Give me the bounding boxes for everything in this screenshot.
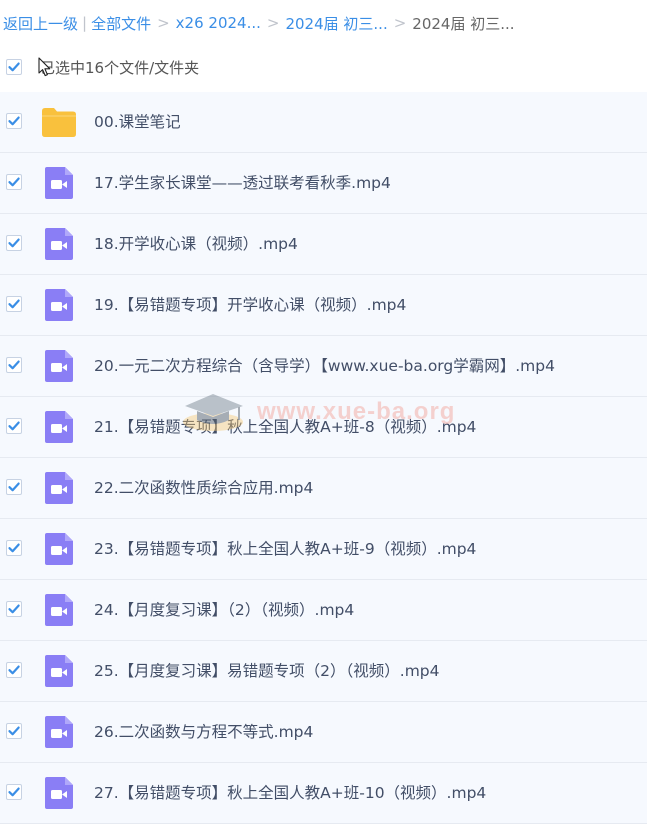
video-file-icon: [45, 472, 73, 504]
breadcrumb-current: 2024届 初三...: [412, 14, 515, 33]
file-name[interactable]: 21.【易错题专项】秋上全国人教A+班-8（视频）.mp4: [94, 397, 476, 458]
file-checkbox[interactable]: [6, 235, 22, 251]
file-checkbox[interactable]: [6, 357, 22, 373]
file-list: 00.课堂笔记 17.学生家长课堂——透过联考看秋季.mp4 18.开学收心课（视频…: [0, 92, 647, 824]
selection-bar: 已选中16个文件/文件夹: [0, 52, 647, 82]
file-name[interactable]: 23.【易错题专项】秋上全国人教A+班-9（视频）.mp4: [94, 519, 476, 580]
file-name[interactable]: 25.【月度复习课】易错题专项（2）（视频）.mp4: [94, 641, 440, 702]
checkmark-icon: [8, 238, 20, 248]
video-file-icon: [45, 655, 73, 687]
checkmark-icon: [8, 116, 20, 126]
checkmark-icon: [8, 604, 20, 614]
breadcrumb: 返回上一级 | 全部文件 > x26 2024... > 2024届 初三...…: [3, 11, 515, 35]
checkmark-icon: [8, 177, 20, 187]
file-row[interactable]: 22.二次函数性质综合应用.mp4: [0, 458, 647, 519]
file-row[interactable]: 23.【易错题专项】秋上全国人教A+班-9（视频）.mp4: [0, 519, 647, 580]
file-checkbox[interactable]: [6, 723, 22, 739]
checkmark-icon: [8, 787, 20, 797]
video-file-icon: [45, 350, 73, 382]
breadcrumb-level-2[interactable]: 2024届 初三...: [285, 13, 387, 34]
file-name[interactable]: 24.【月度复习课】（2）（视频）.mp4: [94, 580, 354, 641]
checkmark-icon: [8, 543, 20, 553]
folder-icon: [42, 108, 76, 137]
video-file-icon: [45, 289, 73, 321]
video-file-icon: [45, 716, 73, 748]
file-checkbox[interactable]: [6, 601, 22, 617]
file-row[interactable]: 00.课堂笔记: [0, 92, 647, 153]
checkmark-icon: [8, 360, 20, 370]
video-file-icon: [45, 411, 73, 443]
file-name[interactable]: 27.【易错题专项】秋上全国人教A+班-10（视频）.mp4: [94, 763, 486, 824]
breadcrumb-separator: >: [266, 14, 280, 32]
checkmark-icon: [8, 665, 20, 675]
file-checkbox[interactable]: [6, 479, 22, 495]
file-name[interactable]: 00.课堂笔记: [94, 92, 181, 153]
file-row[interactable]: 24.【月度复习课】（2）（视频）.mp4: [0, 580, 647, 641]
video-file-icon: [45, 228, 73, 260]
video-file-icon: [45, 533, 73, 565]
file-checkbox[interactable]: [6, 174, 22, 190]
file-name[interactable]: 22.二次函数性质综合应用.mp4: [94, 458, 313, 519]
file-checkbox[interactable]: [6, 113, 22, 129]
file-name[interactable]: 18.开学收心课（视频）.mp4: [94, 214, 298, 275]
file-name[interactable]: 26.二次函数与方程不等式.mp4: [94, 702, 313, 763]
file-name[interactable]: 17.学生家长课堂——透过联考看秋季.mp4: [94, 153, 391, 214]
checkmark-icon: [8, 62, 20, 72]
file-name[interactable]: 20.一元二次方程综合（含导学）【www.xue-ba.org学霸网】.mp4: [94, 336, 555, 397]
file-checkbox[interactable]: [6, 540, 22, 556]
video-file-icon: [45, 777, 73, 809]
file-row[interactable]: 27.【易错题专项】秋上全国人教A+班-10（视频）.mp4: [0, 763, 647, 824]
selection-count-label: 已选中16个文件/文件夹: [40, 58, 200, 77]
file-checkbox[interactable]: [6, 784, 22, 800]
file-row[interactable]: 18.开学收心课（视频）.mp4: [0, 214, 647, 275]
back-link[interactable]: 返回上一级: [3, 13, 78, 34]
file-row[interactable]: 25.【月度复习课】易错题专项（2）（视频）.mp4: [0, 641, 647, 702]
file-checkbox[interactable]: [6, 418, 22, 434]
checkmark-icon: [8, 421, 20, 431]
checkmark-icon: [8, 482, 20, 492]
checkmark-icon: [8, 726, 20, 736]
breadcrumb-all-files[interactable]: 全部文件: [91, 13, 151, 34]
mouse-cursor-icon: [38, 57, 51, 77]
breadcrumb-level-1[interactable]: x26 2024...: [176, 14, 261, 32]
checkmark-icon: [8, 299, 20, 309]
file-name[interactable]: 19.【易错题专项】开学收心课（视频）.mp4: [94, 275, 406, 336]
file-row[interactable]: 20.一元二次方程综合（含导学）【www.xue-ba.org学霸网】.mp4: [0, 336, 647, 397]
file-row[interactable]: 21.【易错题专项】秋上全国人教A+班-8（视频）.mp4: [0, 397, 647, 458]
file-row[interactable]: 19.【易错题专项】开学收心课（视频）.mp4: [0, 275, 647, 336]
video-file-icon: [45, 167, 73, 199]
video-file-icon: [45, 594, 73, 626]
breadcrumb-divider: |: [82, 14, 88, 32]
file-row[interactable]: 17.学生家长课堂——透过联考看秋季.mp4: [0, 153, 647, 214]
file-checkbox[interactable]: [6, 296, 22, 312]
file-row[interactable]: 26.二次函数与方程不等式.mp4: [0, 702, 647, 763]
breadcrumb-separator: >: [157, 14, 170, 32]
select-all-checkbox[interactable]: [6, 59, 22, 75]
file-checkbox[interactable]: [6, 662, 22, 678]
breadcrumb-separator: >: [393, 14, 407, 32]
